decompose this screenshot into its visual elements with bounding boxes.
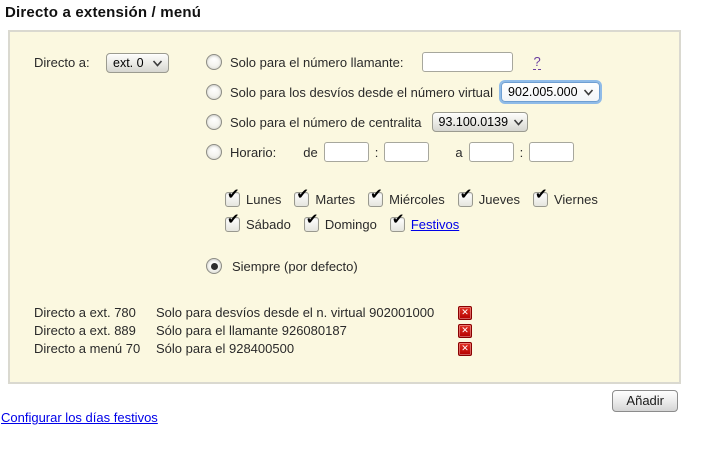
radio-virtual-number[interactable]	[206, 84, 222, 100]
option-schedule: Horario: de : a :	[206, 142, 611, 162]
page-title: Directo a extensión / menú	[5, 4, 701, 21]
rule-target: Directo a menú 70	[34, 341, 156, 356]
day-checkbox-domingo[interactable]: ✔	[304, 217, 319, 232]
delete-rule-button[interactable]: ✕	[458, 342, 472, 356]
check-icon: ✔	[535, 187, 548, 202]
time-separator: :	[375, 145, 379, 160]
festivos-link[interactable]: Festivos	[411, 217, 459, 232]
option-always: Siempre (por defecto)	[206, 258, 611, 274]
always-label: Siempre (por defecto)	[232, 259, 358, 274]
config-panel: Directo a: ext. 0 Solo para el número ll…	[8, 30, 681, 384]
day-label: Domingo	[325, 217, 377, 232]
option-switchboard-number: Solo para el número de centralita 93.100…	[206, 112, 611, 132]
rule-row: Directo a ext. 780 Solo para desvíos des…	[34, 304, 679, 321]
day-checkbox-martes[interactable]: ✔	[294, 192, 309, 207]
delete-x-icon: ✕	[461, 344, 469, 353]
schedule-to-hour-input[interactable]	[469, 142, 514, 162]
switchboard-number-selected-value: 93.100.0139	[439, 115, 509, 129]
direct-to-label: Directo a:	[34, 52, 96, 70]
check-icon: ✔	[296, 187, 309, 202]
schedule-from-hour-input[interactable]	[324, 142, 369, 162]
virtual-number-select[interactable]: 902.005.000	[501, 82, 600, 102]
day-label: Jueves	[479, 192, 520, 207]
help-link[interactable]: ?	[533, 54, 540, 70]
days-group: ✔ Lunes ✔ Martes ✔ Miércoles ✔ Jueves	[225, 189, 611, 234]
direct-to-select[interactable]: ext. 0	[106, 53, 169, 73]
caller-number-input[interactable]	[422, 52, 513, 72]
day-item: ✔ Festivos	[390, 217, 459, 232]
day-checkbox-festivos[interactable]: ✔	[390, 217, 405, 232]
rules-list: Directo a ext. 780 Solo para desvíos des…	[34, 304, 679, 357]
check-icon: ✔	[392, 212, 405, 227]
day-item: ✔ Viernes	[533, 192, 598, 207]
time-separator: :	[520, 145, 524, 160]
check-icon: ✔	[460, 187, 473, 202]
chevron-down-icon	[513, 119, 524, 126]
condition-options: Solo para el número llamante: ? Solo par…	[206, 52, 611, 274]
rule-condition: Solo para desvíos desde el n. virtual 90…	[156, 305, 458, 320]
delete-x-icon: ✕	[461, 308, 469, 317]
rule-condition: Sólo para el llamante 926080187	[156, 323, 458, 338]
radio-only-caller[interactable]	[206, 54, 222, 70]
schedule-to-minute-input[interactable]	[529, 142, 574, 162]
day-label: Martes	[315, 192, 355, 207]
schedule-label: Horario:	[230, 145, 276, 160]
day-item: ✔ Sábado	[225, 217, 291, 232]
rule-row: Directo a menú 70 Sólo para el 928400500…	[34, 340, 679, 357]
check-icon: ✔	[227, 212, 240, 227]
day-item: ✔ Martes	[294, 192, 355, 207]
direct-to-selected-value: ext. 0	[113, 56, 144, 70]
option-caller-number: Solo para el número llamante: ?	[206, 52, 611, 72]
radio-always[interactable]	[206, 258, 222, 274]
day-checkbox-jueves[interactable]: ✔	[458, 192, 473, 207]
switchboard-number-label: Solo para el número de centralita	[230, 115, 422, 130]
switchboard-number-select[interactable]: 93.100.0139	[432, 112, 528, 132]
radio-schedule[interactable]	[206, 144, 222, 160]
day-label: Miércoles	[389, 192, 445, 207]
rule-target: Directo a ext. 780	[34, 305, 156, 320]
check-icon: ✔	[370, 187, 383, 202]
chevron-down-icon	[583, 89, 594, 96]
delete-x-icon: ✕	[461, 326, 469, 335]
day-item: ✔ Lunes	[225, 192, 281, 207]
rule-target: Directo a ext. 889	[34, 323, 156, 338]
day-label: Viernes	[554, 192, 598, 207]
configure-holidays-link[interactable]: Configurar los días festivos	[1, 410, 158, 425]
schedule-from-minute-input[interactable]	[384, 142, 429, 162]
direct-to-row: Directo a: ext. 0 Solo para el número ll…	[34, 52, 679, 274]
radio-switchboard-number[interactable]	[206, 114, 222, 130]
add-button[interactable]: Añadir	[612, 390, 678, 412]
rule-row: Directo a ext. 889 Sólo para el llamante…	[34, 322, 679, 339]
delete-rule-button[interactable]: ✕	[458, 324, 472, 338]
rule-condition: Sólo para el 928400500	[156, 341, 458, 356]
option-virtual-number: Solo para los desvíos desde el número vi…	[206, 82, 611, 102]
day-item: ✔ Miércoles	[368, 192, 445, 207]
check-icon: ✔	[306, 212, 319, 227]
day-checkbox-miercoles[interactable]: ✔	[368, 192, 383, 207]
days-row-2: ✔ Sábado ✔ Domingo ✔ Festivos	[225, 214, 611, 234]
day-label: Lunes	[246, 192, 281, 207]
schedule-from-label: de	[303, 145, 317, 160]
schedule-to-label: a	[455, 145, 462, 160]
footer: Añadir Configurar los días festivos	[0, 384, 701, 434]
day-checkbox-viernes[interactable]: ✔	[533, 192, 548, 207]
day-checkbox-lunes[interactable]: ✔	[225, 192, 240, 207]
days-row-1: ✔ Lunes ✔ Martes ✔ Miércoles ✔ Jueves	[225, 189, 611, 209]
day-item: ✔ Domingo	[304, 217, 377, 232]
delete-rule-button[interactable]: ✕	[458, 306, 472, 320]
day-checkbox-sabado[interactable]: ✔	[225, 217, 240, 232]
day-label: Sábado	[246, 217, 291, 232]
check-icon: ✔	[227, 187, 240, 202]
chevron-down-icon	[152, 60, 163, 67]
virtual-number-label: Solo para los desvíos desde el número vi…	[230, 85, 493, 100]
virtual-number-selected-value: 902.005.000	[508, 85, 578, 99]
only-caller-label: Solo para el número llamante:	[230, 55, 403, 70]
day-item: ✔ Jueves	[458, 192, 520, 207]
